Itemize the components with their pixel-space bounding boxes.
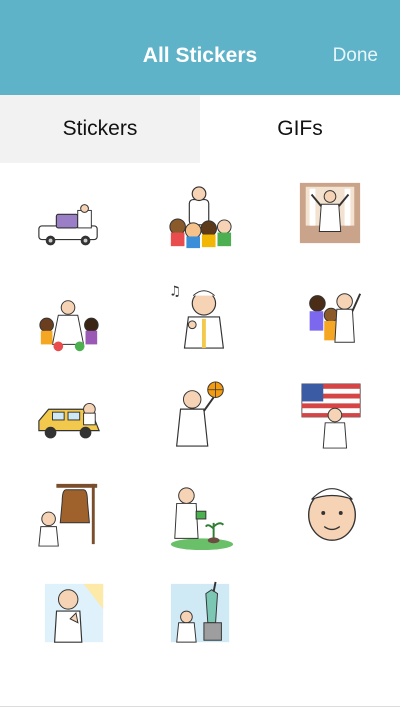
pope-basketball-sticker-icon bbox=[176, 381, 224, 447]
pope-selfie-friends-sticker-icon bbox=[309, 293, 362, 343]
pope-with-crowd-sticker-icon bbox=[169, 186, 232, 249]
pope-face-sticker-icon bbox=[308, 488, 356, 541]
svg-text:♫: ♫ bbox=[169, 284, 181, 300]
sticker-item-popemobile[interactable] bbox=[34, 190, 104, 260]
sticker-item-liberty[interactable] bbox=[166, 579, 236, 649]
pope-american-flag-sticker-icon bbox=[301, 383, 361, 449]
pope-popemobile-sticker-icon bbox=[38, 204, 98, 246]
pope-on-stage-sticker-icon bbox=[299, 182, 361, 244]
done-button[interactable]: Done bbox=[333, 45, 378, 67]
sticker-item-selfie[interactable] bbox=[297, 283, 367, 353]
pope-dancing-sticker-icon bbox=[39, 300, 99, 352]
sticker-item-bell[interactable] bbox=[34, 479, 104, 549]
pope-singing-music-notes-sticker-icon: ♫ bbox=[169, 284, 225, 349]
bottom-divider bbox=[0, 706, 400, 707]
pope-praying-sticker-icon bbox=[44, 583, 104, 643]
sticker-item-stage[interactable] bbox=[295, 178, 365, 248]
sticker-item-crowd[interactable] bbox=[165, 183, 235, 253]
sticker-item-face[interactable] bbox=[297, 477, 367, 547]
tab-stickers[interactable]: Stickers bbox=[0, 95, 200, 163]
pope-statue-of-liberty-sticker-icon bbox=[170, 581, 230, 643]
sticker-item-plant[interactable] bbox=[166, 483, 236, 553]
sticker-item-singing[interactable]: ♫ bbox=[166, 281, 236, 351]
sticker-grid: ♫ bbox=[0, 163, 400, 711]
tab-gifs[interactable]: GIFs bbox=[200, 95, 400, 163]
pope-taxi-sticker-icon bbox=[38, 402, 100, 439]
sticker-item-praying[interactable] bbox=[40, 579, 110, 649]
sticker-item-taxi[interactable] bbox=[34, 383, 104, 453]
sticker-item-flag[interactable] bbox=[297, 381, 367, 451]
pope-watering-plant-sticker-icon bbox=[170, 487, 234, 551]
sticker-item-dancing[interactable] bbox=[34, 289, 104, 359]
sticker-item-basketball[interactable] bbox=[164, 379, 234, 449]
top-bar: All Stickers Done bbox=[0, 0, 400, 95]
pope-liberty-bell-sticker-icon bbox=[38, 483, 98, 547]
tab-bar: Stickers GIFs bbox=[0, 95, 400, 163]
